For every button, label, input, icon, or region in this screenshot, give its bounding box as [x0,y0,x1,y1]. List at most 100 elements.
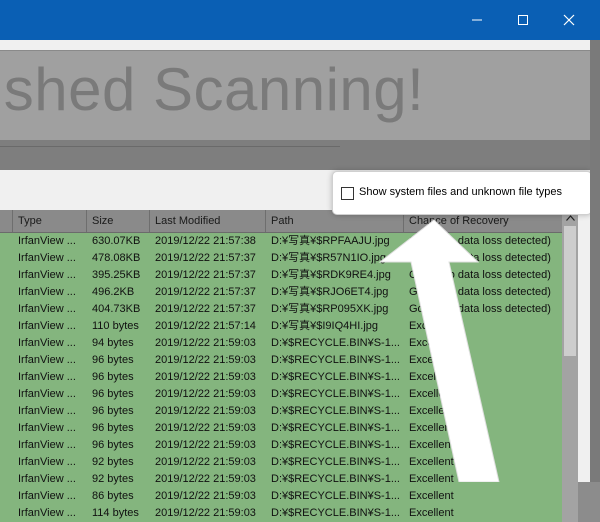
show-system-files-option: Show system files and unknown file types [332,171,592,215]
table-cell: IrfanView ... [18,303,76,315]
table-cell: D:¥写真¥$RDK9RE4.jpg [271,269,391,281]
table-cell: 496.2KB [92,286,135,298]
table-cell: D:¥$RECYCLE.BIN¥S-1... [271,473,400,485]
table-row[interactable]: IrfanView ... 630.07KB 2019/12/22 21:57:38… [0,233,562,250]
table-cell: 630.07KB [92,235,141,247]
table-cell: Excellent [409,320,454,332]
table-cell: IrfanView ... [18,354,76,366]
results-table[interactable]: Type Size Last Modified Path Chance of R… [0,210,578,522]
table-cell: IrfanView ... [18,507,76,519]
table-cell: Good (no data loss detected) [409,269,551,281]
table-cell: 2019/12/22 21:59:03 [155,473,256,485]
table-cell: IrfanView ... [18,286,76,298]
table-cell: 2019/12/22 21:59:03 [155,371,256,383]
table-cell: Good (no data loss detected) [409,252,551,264]
title-bar [0,0,600,40]
table-row[interactable]: IrfanView ... 404.73KB 2019/12/22 21:57:37… [0,301,562,318]
table-cell: IrfanView ... [18,371,76,383]
window-edge [590,40,600,482]
window-body: nished Scanning! Type Size Last Modified… [0,40,600,522]
table-cell: 2019/12/22 21:59:03 [155,337,256,349]
table-row[interactable]: IrfanView ... 92 bytes 2019/12/22 21:59:03… [0,454,562,471]
table-cell: Excellent [409,337,454,349]
table-cell: 2019/12/22 21:57:37 [155,269,256,281]
show-system-files-checkbox[interactable] [341,187,354,200]
table-cell: D:¥$RECYCLE.BIN¥S-1... [271,422,400,434]
table-cell: D:¥$RECYCLE.BIN¥S-1... [271,507,400,519]
table-cell: IrfanView ... [18,388,76,400]
table-cell: 2019/12/22 21:57:37 [155,286,256,298]
table-row[interactable]: IrfanView ... 96 bytes 2019/12/22 21:59:03… [0,369,562,386]
column-header-type[interactable]: Type [12,210,86,232]
table-cell: 92 bytes [92,456,134,468]
table-cell: Good (no data loss detected) [409,286,551,298]
table-cell: D:¥写真¥$RJO6ET4.jpg [271,286,389,298]
table-row[interactable]: IrfanView ... 395.25KB 2019/12/22 21:57:37… [0,267,562,284]
table-row[interactable]: IrfanView ... 114 bytes 2019/12/22 21:59:0… [0,505,562,522]
table-cell: D:¥写真¥$RPFAAJU.jpg [271,235,390,247]
table-row[interactable]: IrfanView ... 96 bytes 2019/12/22 21:59:03… [0,403,562,420]
table-cell: 114 bytes [92,507,139,519]
table-cell: IrfanView ... [18,422,76,434]
table-cell: 2019/12/22 21:57:14 [155,320,256,332]
close-icon [563,14,575,26]
table-row[interactable]: IrfanView ... 496.2KB 2019/12/22 21:57:37 D… [0,284,562,301]
table-cell: 2019/12/22 21:57:37 [155,303,256,315]
table-cell: IrfanView ... [18,456,76,468]
table-cell: 2019/12/22 21:59:03 [155,507,256,519]
table-cell: IrfanView ... [18,235,76,247]
table-row[interactable]: IrfanView ... 94 bytes 2019/12/22 21:59:03… [0,335,562,352]
table-cell: D:¥$RECYCLE.BIN¥S-1... [271,337,400,349]
table-cell: Good (no data loss detected) [409,235,551,247]
table-cell: 2019/12/22 21:59:03 [155,439,256,451]
table-cell: 94 bytes [92,337,134,349]
vertical-scrollbar[interactable] [562,210,578,522]
table-cell: Excellent [409,371,454,383]
options-strip [0,140,590,170]
table-row[interactable]: IrfanView ... 478.08KB 2019/12/22 21:57:37… [0,250,562,267]
table-cell: 96 bytes [92,354,134,366]
table-cell: 96 bytes [92,439,134,451]
table-cell: 2019/12/22 21:57:38 [155,235,256,247]
minimize-button[interactable] [454,0,500,40]
table-cell: D:¥写真¥$RP095XK.jpg [271,303,389,315]
table-cell: Excellent [409,439,454,451]
table-cell: IrfanView ... [18,490,76,502]
table-row[interactable]: IrfanView ... 96 bytes 2019/12/22 21:59:03… [0,386,562,403]
table-cell: 96 bytes [92,422,134,434]
table-cell: IrfanView ... [18,337,76,349]
scan-status-banner: nished Scanning! [0,50,590,148]
table-cell: IrfanView ... [18,252,76,264]
maximize-button[interactable] [500,0,546,40]
table-cell: Excellent [409,405,454,417]
table-row[interactable]: IrfanView ... 110 bytes 2019/12/22 21:57:1… [0,318,562,335]
table-cell: D:¥写真¥$I9IQ4HI.jpg [271,320,378,332]
table-cell: D:¥$RECYCLE.BIN¥S-1... [271,456,400,468]
table-cell: Excellent [409,507,454,519]
column-header-last-modified[interactable]: Last Modified [149,210,265,232]
table-cell: D:¥$RECYCLE.BIN¥S-1... [271,388,400,400]
table-row[interactable]: IrfanView ... 86 bytes 2019/12/22 21:59:03… [0,488,562,505]
table-row[interactable]: IrfanView ... 96 bytes 2019/12/22 21:59:03… [0,437,562,454]
show-system-files-label[interactable]: Show system files and unknown file types [359,186,562,198]
table-cell: D:¥$RECYCLE.BIN¥S-1... [271,405,400,417]
table-cell: 2019/12/22 21:57:37 [155,252,256,264]
maximize-icon [518,15,528,25]
table-cell: 92 bytes [92,473,134,485]
table-cell: Excellent [409,388,454,400]
table-row[interactable]: IrfanView ... 92 bytes 2019/12/22 21:59:03… [0,471,562,488]
divider [0,146,340,147]
table-cell: IrfanView ... [18,439,76,451]
table-cell: Excellent [409,490,454,502]
table-cell: Good (no data loss detected) [409,303,551,315]
table-row[interactable]: IrfanView ... 96 bytes 2019/12/22 21:59:03… [0,420,562,437]
table-row[interactable]: IrfanView ... 96 bytes 2019/12/22 21:59:03… [0,352,562,369]
close-button[interactable] [546,0,592,40]
table-cell: IrfanView ... [18,269,76,281]
scrollbar-thumb[interactable] [564,226,576,356]
table-cell: 395.25KB [92,269,141,281]
table-cell: D:¥$RECYCLE.BIN¥S-1... [271,439,400,451]
column-header-size[interactable]: Size [86,210,149,232]
table-cell: IrfanView ... [18,405,76,417]
table-cell: 86 bytes [92,490,134,502]
